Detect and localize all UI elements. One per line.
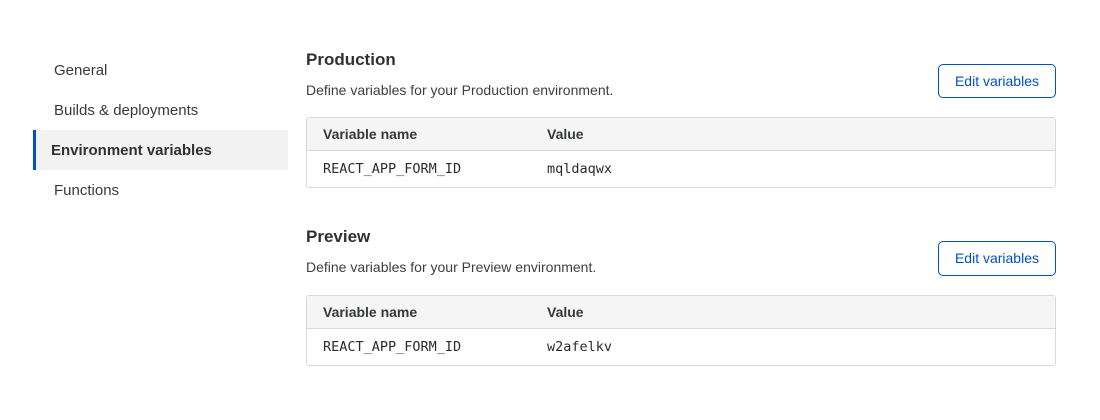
sidebar-item-label: Environment variables [51,142,212,159]
column-header-variable-name: Variable name [307,118,531,151]
sidebar-item-general[interactable]: General [33,50,288,90]
variable-value-cell: mqldaqwx [531,151,1055,187]
table-row: REACT_APP_FORM_ID w2afelkv [307,329,1055,365]
preview-section-header: Preview Define variables for your Previe… [306,227,1056,275]
variable-name-cell: REACT_APP_FORM_ID [307,151,531,187]
preview-section-text: Preview Define variables for your Previe… [306,227,596,275]
column-header-variable-name: Variable name [307,296,531,329]
environment-variables-settings-page: General Builds & deployments Environment… [0,0,1100,366]
preview-title: Preview [306,227,596,247]
column-header-value: Value [531,296,1055,329]
production-section-text: Production Define variables for your Pro… [306,50,613,98]
production-title: Production [306,50,613,70]
edit-variables-button-production[interactable]: Edit variables [938,64,1056,99]
preview-section: Preview Define variables for your Previe… [306,227,1056,365]
table-header-row: Variable name Value [307,118,1055,151]
sidebar-item-environment-variables[interactable]: Environment variables [33,130,288,170]
variable-value-cell: w2afelkv [531,329,1055,365]
sidebar-item-label: General [54,62,107,79]
sidebar-item-label: Functions [54,182,119,199]
sidebar-item-functions[interactable]: Functions [33,170,288,210]
settings-content: Production Define variables for your Pro… [306,50,1056,366]
sidebar-item-label: Builds & deployments [54,102,198,119]
edit-variables-button-preview[interactable]: Edit variables [938,241,1056,276]
settings-sidebar: General Builds & deployments Environment… [33,50,288,210]
table-row: REACT_APP_FORM_ID mqldaqwx [307,151,1055,187]
variable-name-cell: REACT_APP_FORM_ID [307,329,531,365]
production-variables-table: Variable name Value REACT_APP_FORM_ID mq… [306,117,1056,188]
column-header-value: Value [531,118,1055,151]
production-section-header: Production Define variables for your Pro… [306,50,1056,98]
preview-variables-table: Variable name Value REACT_APP_FORM_ID w2… [306,295,1056,366]
table-header-row: Variable name Value [307,296,1055,329]
production-description: Define variables for your Production env… [306,82,613,99]
preview-description: Define variables for your Preview enviro… [306,259,596,276]
sidebar-item-builds-deployments[interactable]: Builds & deployments [33,90,288,130]
production-section: Production Define variables for your Pro… [306,50,1056,188]
